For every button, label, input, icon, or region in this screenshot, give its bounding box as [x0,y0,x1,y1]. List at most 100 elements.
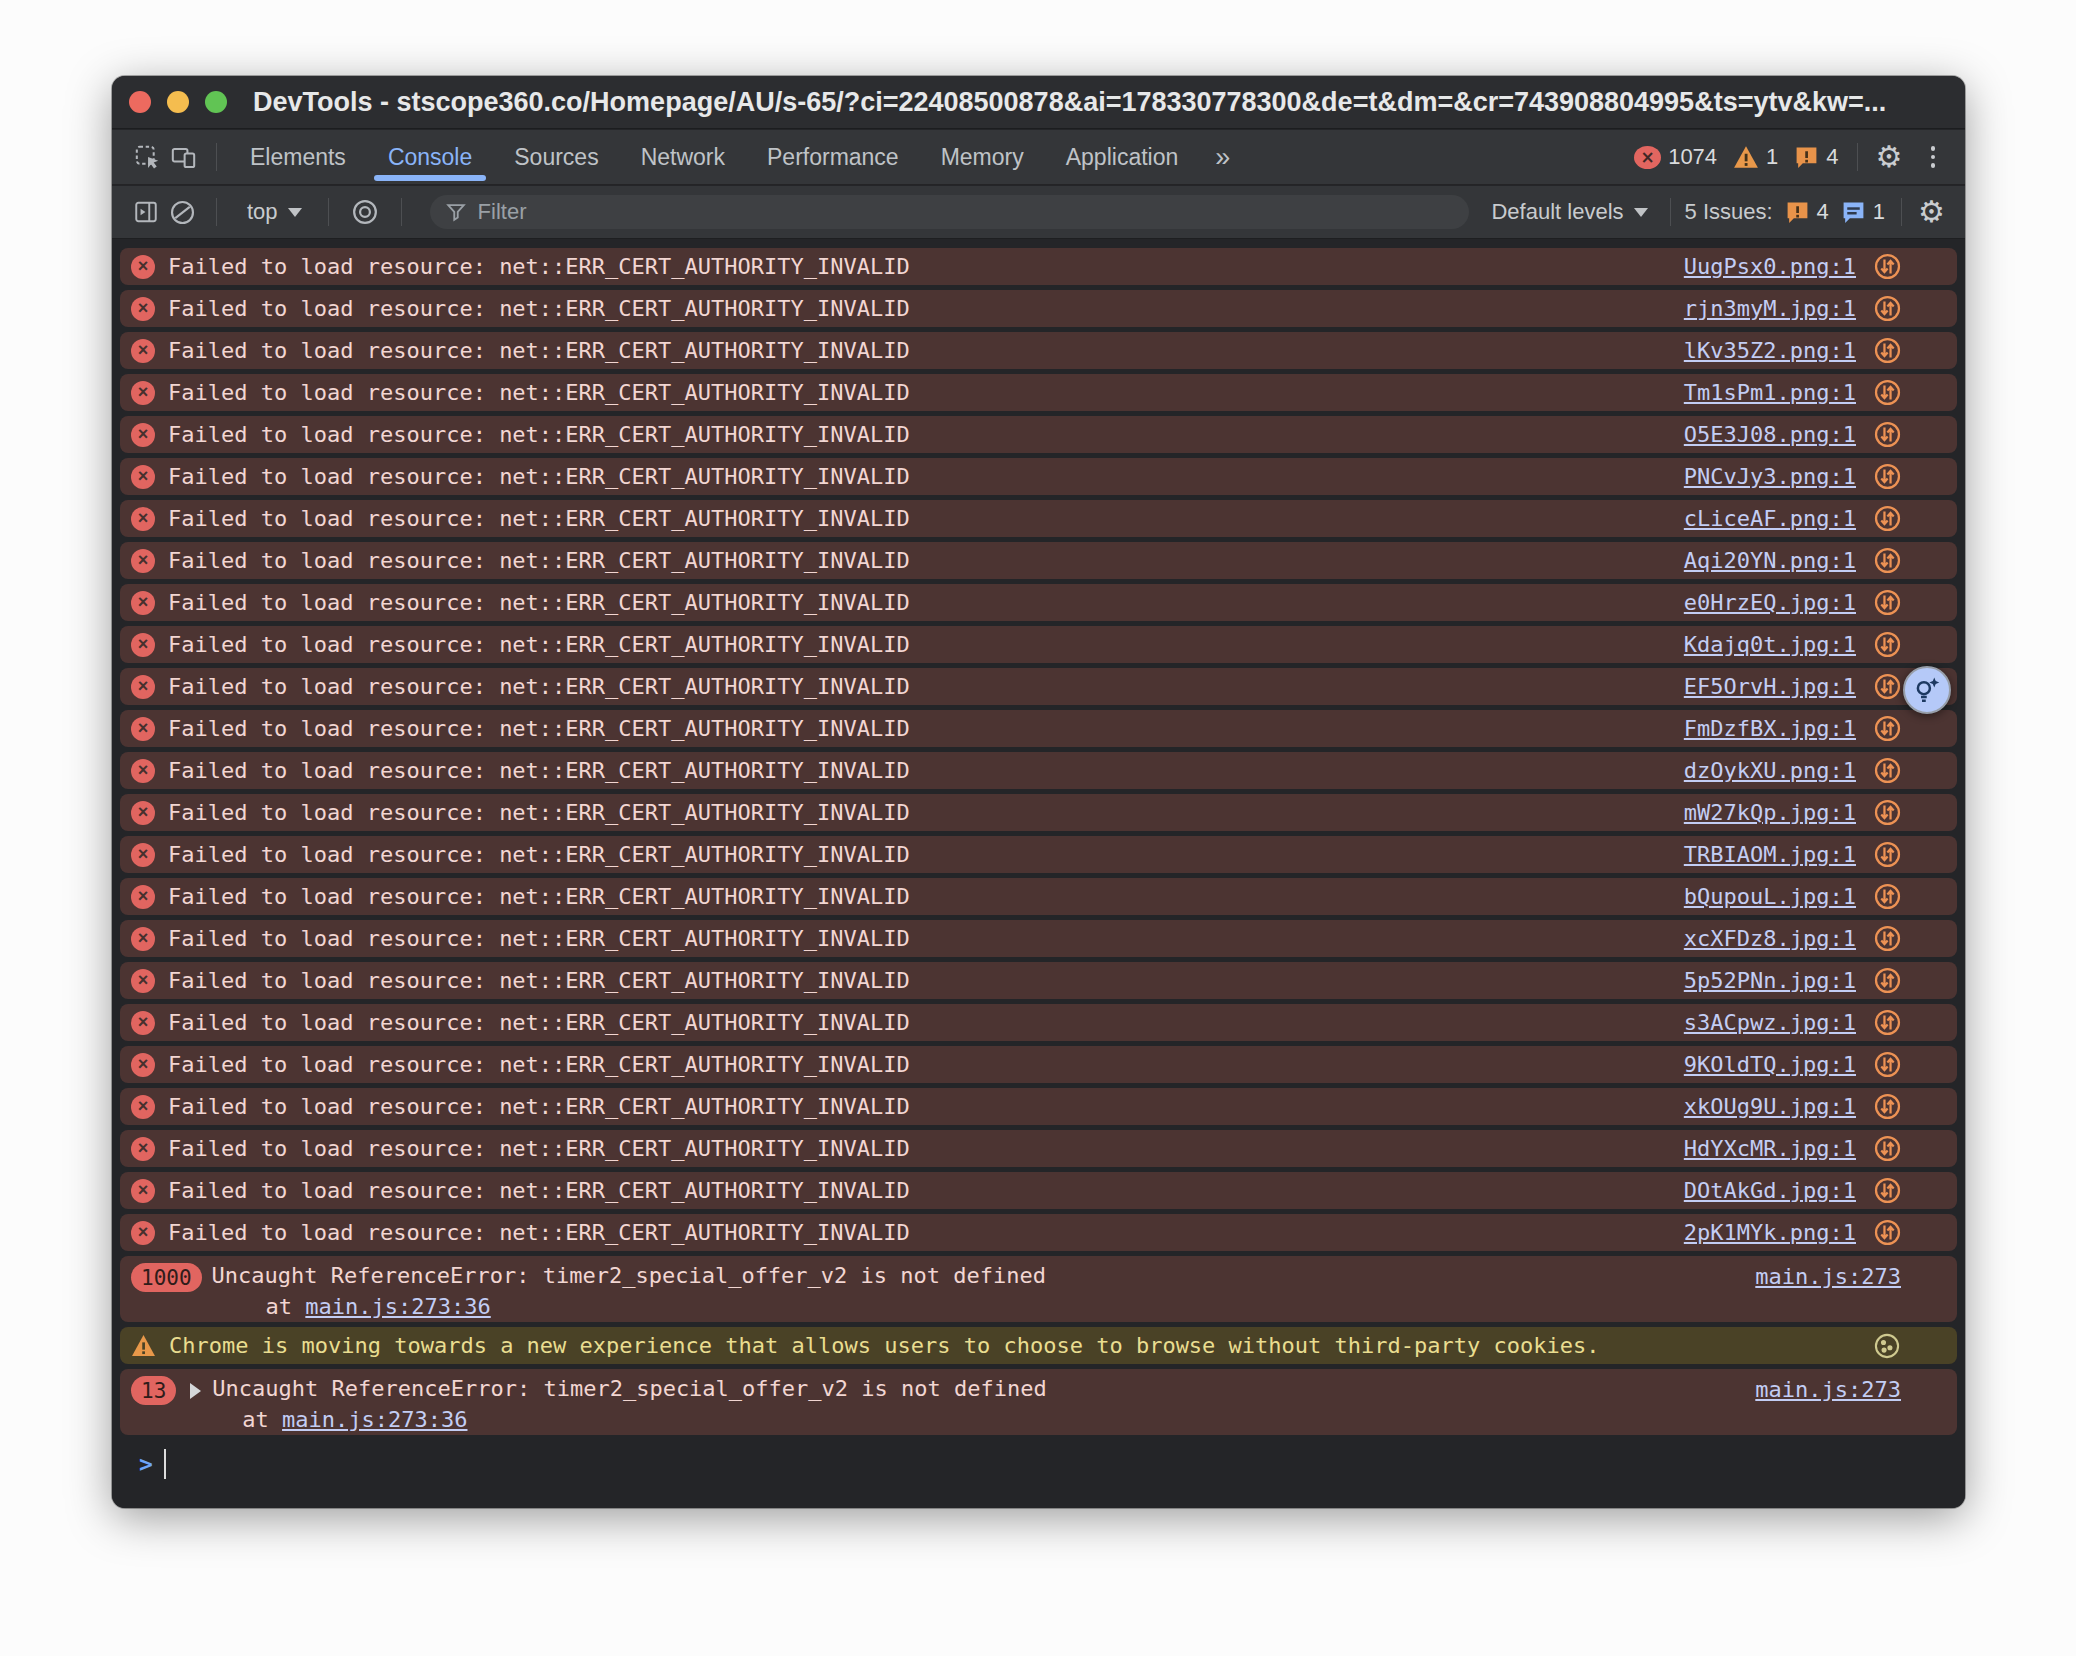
tab-network[interactable]: Network [620,130,746,184]
network-request-icon[interactable] [1874,883,1901,910]
issues-label[interactable]: 5 Issues: [1685,199,1773,225]
network-request-icon[interactable] [1874,253,1901,280]
network-request-icon[interactable] [1874,295,1901,322]
issues-count[interactable]: 4 [1826,144,1838,170]
tab-application[interactable]: Application [1045,130,1200,184]
tab-memory[interactable]: Memory [920,130,1045,184]
source-link[interactable]: main.js:273 [1755,1377,1901,1402]
network-request-icon[interactable] [1874,1093,1901,1120]
network-request-icon[interactable] [1874,631,1901,658]
prompt-chevron: > [139,1451,153,1477]
console-settings-gear-icon[interactable]: ⚙ [1918,197,1945,227]
filter-input[interactable]: Filter [430,195,1470,229]
more-options-icon[interactable] [1925,146,1942,168]
source-link[interactable]: rjn3myM.jpg:1 [1684,296,1856,321]
tab-console[interactable]: Console [367,130,493,184]
source-link[interactable]: HdYXcMR.jpg:1 [1684,1136,1856,1161]
title-bar: DevTools - stscope360.co/Homepage/AU/s-6… [112,76,1965,129]
console-messages: Failed to load resource: net::ERR_CERT_A… [112,240,1965,1508]
network-request-icon[interactable] [1874,799,1901,826]
stack-frame-link[interactable]: main.js:273:36 [282,1407,467,1432]
source-link[interactable]: mW27kQp.jpg:1 [1684,800,1856,825]
tab-elements[interactable]: Elements [229,130,367,184]
warning-count-icon[interactable] [1733,145,1759,169]
issues-breakpoint-icon[interactable] [1785,200,1810,225]
console-error-row: Failed to load resource: net::ERR_CERT_A… [120,416,1957,453]
network-request-icon[interactable] [1874,925,1901,952]
stack-frame-link[interactable]: main.js:273:36 [305,1294,490,1319]
console-error-row: Failed to load resource: net::ERR_CERT_A… [120,1130,1957,1167]
source-link[interactable]: 9KOldTQ.jpg:1 [1684,1052,1856,1077]
source-link[interactable]: cLiceAF.png:1 [1684,506,1856,531]
error-icon [131,1179,155,1203]
source-link[interactable]: xcXFDz8.jpg:1 [1684,926,1856,951]
source-link[interactable]: main.js:273 [1755,1264,1901,1289]
source-link[interactable]: s3ACpwz.jpg:1 [1684,1010,1856,1035]
source-link[interactable]: Kdajq0t.jpg:1 [1684,632,1856,657]
context-selector[interactable]: top [229,199,316,225]
source-link[interactable]: bQupouL.jpg:1 [1684,884,1856,909]
source-link[interactable]: FmDzfBX.jpg:1 [1684,716,1856,741]
chevron-down-icon [1634,208,1648,217]
source-link[interactable]: lKv35Z2.png:1 [1684,338,1856,363]
source-link[interactable]: xkOUg9U.jpg:1 [1684,1094,1856,1119]
network-request-icon[interactable] [1874,757,1901,784]
issues-count-icon[interactable] [1794,145,1819,170]
network-request-icon[interactable] [1874,967,1901,994]
network-request-icon[interactable] [1874,505,1901,532]
network-request-icon[interactable] [1874,1135,1901,1162]
network-request-icon[interactable] [1874,337,1901,364]
warning-count[interactable]: 1 [1766,144,1778,170]
minimize-button[interactable] [167,91,189,113]
clear-console-icon[interactable] [160,199,204,226]
source-link[interactable]: TRBIAOM.jpg:1 [1684,842,1856,867]
expand-arrow-icon[interactable] [190,1383,201,1399]
console-sidebar-icon[interactable] [132,199,160,225]
live-expression-eye-icon[interactable] [341,198,389,226]
error-count[interactable]: 1074 [1668,144,1717,170]
cookie-icon[interactable] [1873,1332,1901,1360]
close-button[interactable] [129,91,151,113]
error-repeat-badge: 1000 [131,1263,202,1292]
console-error-row: Failed to load resource: net::ERR_CERT_A… [120,920,1957,957]
network-request-icon[interactable] [1874,1051,1901,1078]
network-request-icon[interactable] [1874,463,1901,490]
source-link[interactable]: 5p52PNn.jpg:1 [1684,968,1856,993]
network-request-icon[interactable] [1874,589,1901,616]
zoom-button[interactable] [205,91,227,113]
network-request-icon[interactable] [1874,715,1901,742]
source-link[interactable]: 2pK1MYk.png:1 [1684,1220,1856,1245]
network-request-icon[interactable] [1874,1009,1901,1036]
devtools-window: DevTools - stscope360.co/Homepage/AU/s-6… [112,76,1965,1508]
source-link[interactable]: Aqi20YN.png:1 [1684,548,1856,573]
settings-gear-icon[interactable]: ⚙ [1876,142,1903,172]
error-count-icon[interactable]: × [1634,146,1661,169]
network-request-icon[interactable] [1874,1219,1901,1246]
ai-insight-button[interactable] [1903,666,1951,714]
tab-sources[interactable]: Sources [493,130,619,184]
source-link[interactable]: DOtAkGd.jpg:1 [1684,1178,1856,1203]
console-error-row: Failed to load resource: net::ERR_CERT_A… [120,332,1957,369]
more-tabs-icon[interactable]: » [1199,142,1244,173]
log-levels-selector[interactable]: Default levels [1483,199,1655,225]
source-link[interactable]: O5E3J08.png:1 [1684,422,1856,447]
network-request-icon[interactable] [1874,547,1901,574]
network-request-icon[interactable] [1874,421,1901,448]
issues-message-icon[interactable] [1841,200,1866,225]
network-request-icon[interactable] [1874,1177,1901,1204]
network-request-icon[interactable] [1874,841,1901,868]
source-link[interactable]: UugPsx0.png:1 [1684,254,1856,279]
source-link[interactable]: e0HrzEQ.jpg:1 [1684,590,1856,615]
network-request-icon[interactable] [1874,379,1901,406]
console-error-row: Failed to load resource: net::ERR_CERT_A… [120,1088,1957,1125]
source-link[interactable]: PNCvJy3.png:1 [1684,464,1856,489]
network-request-icon[interactable] [1874,673,1901,700]
source-link[interactable]: EF5OrvH.jpg:1 [1684,674,1856,699]
inspect-element-icon[interactable] [132,144,162,171]
tab-performance[interactable]: Performance [746,130,920,184]
source-link[interactable]: dzOykXU.png:1 [1684,758,1856,783]
source-link[interactable]: Tm1sPm1.png:1 [1684,380,1856,405]
device-toolbar-icon[interactable] [162,144,204,171]
console-error-row: Failed to load resource: net::ERR_CERT_A… [120,878,1957,915]
console-prompt[interactable]: > [139,1448,1957,1480]
